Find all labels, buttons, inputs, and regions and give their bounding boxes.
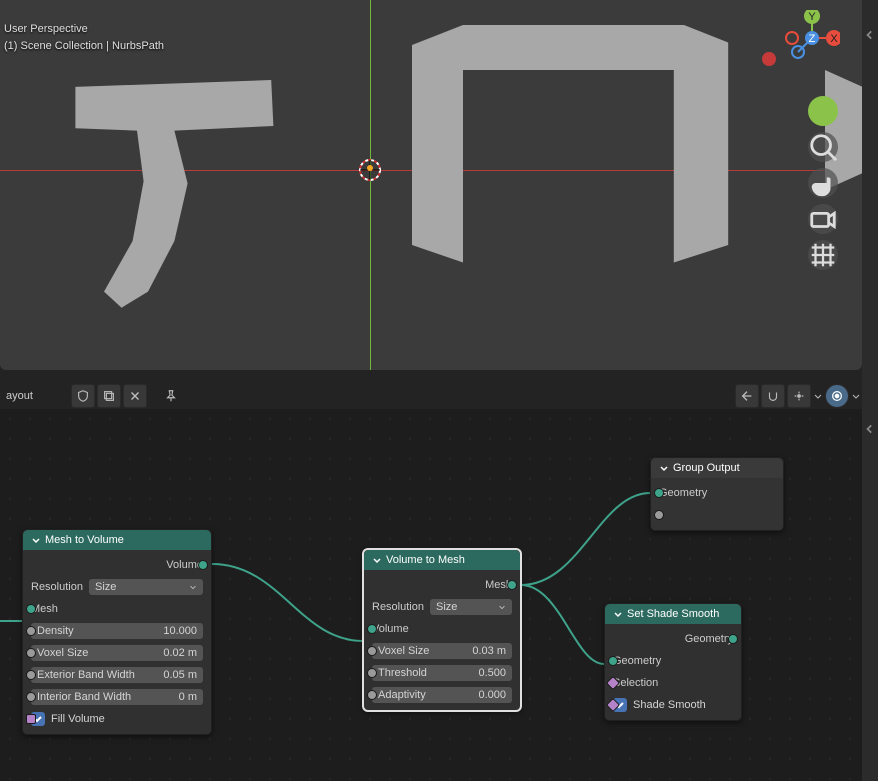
interior-band-field[interactable]: Interior Band Width0 m bbox=[31, 689, 203, 705]
right-strip bbox=[862, 0, 878, 781]
socket-icon[interactable] bbox=[26, 626, 36, 636]
socket-icon[interactable] bbox=[507, 580, 517, 590]
shade-smooth-checkbox[interactable]: Shade Smooth bbox=[613, 698, 706, 712]
node-header[interactable]: Volume to Mesh bbox=[364, 550, 520, 570]
grid-icon[interactable] bbox=[808, 240, 838, 270]
shield-icon[interactable] bbox=[71, 384, 95, 408]
resolution-label: Resolution bbox=[31, 581, 83, 593]
context-label: (1) Scene Collection | NurbsPath bbox=[4, 38, 164, 55]
node-set-shade-smooth[interactable]: Set Shade Smooth Geometry Geometry Selec… bbox=[604, 603, 742, 721]
node-editor-header: ayout bbox=[0, 383, 862, 409]
mesh-object-arch[interactable] bbox=[395, 20, 735, 270]
socket-icon[interactable] bbox=[26, 648, 36, 658]
socket-icon[interactable] bbox=[26, 714, 36, 724]
socket-icon[interactable] bbox=[654, 510, 664, 520]
gizmo-extra-icon[interactable] bbox=[808, 96, 838, 126]
pivot-icon[interactable] bbox=[787, 384, 811, 408]
exterior-band-field[interactable]: Exterior Band Width0.05 m bbox=[31, 667, 203, 683]
socket-in-geometry: Geometry bbox=[659, 487, 707, 499]
node-title: Set Shade Smooth bbox=[627, 608, 719, 620]
close-icon[interactable] bbox=[123, 384, 147, 408]
node-mesh-to-volume[interactable]: Mesh to Volume Volume ResolutionSize Mes… bbox=[22, 529, 212, 735]
socket-icon[interactable] bbox=[608, 656, 618, 666]
socket-icon[interactable] bbox=[367, 668, 377, 678]
pin-icon[interactable] bbox=[159, 384, 183, 408]
chevron-down-icon[interactable] bbox=[851, 384, 861, 408]
socket-icon[interactable] bbox=[367, 646, 377, 656]
resolution-select[interactable]: Size bbox=[89, 579, 203, 595]
socket-icon[interactable] bbox=[26, 670, 36, 680]
socket-in-geometry: Geometry bbox=[613, 655, 661, 667]
socket-icon[interactable] bbox=[654, 488, 664, 498]
socket-icon[interactable] bbox=[26, 604, 36, 614]
record-dot-icon bbox=[762, 52, 776, 66]
node-group-output[interactable]: Group Output Geometry bbox=[650, 457, 784, 531]
zoom-icon[interactable] bbox=[808, 132, 838, 162]
svg-text:Z: Z bbox=[809, 33, 816, 45]
chevron-down-icon[interactable] bbox=[813, 384, 823, 408]
collapse-arrow-icon[interactable] bbox=[864, 420, 876, 438]
overlay-toggle-icon[interactable] bbox=[825, 384, 849, 408]
socket-icon[interactable] bbox=[367, 690, 377, 700]
fill-volume-checkbox[interactable]: Fill Volume bbox=[31, 712, 105, 726]
threshold-field[interactable]: Threshold0.500 bbox=[372, 665, 512, 681]
svg-text:X: X bbox=[830, 33, 838, 45]
node-volume-to-mesh[interactable]: Volume to Mesh Mesh ResolutionSize Volum… bbox=[363, 549, 521, 711]
node-header[interactable]: Group Output bbox=[651, 458, 783, 478]
resolution-label: Resolution bbox=[372, 601, 424, 613]
mesh-object-t[interactable] bbox=[60, 80, 280, 310]
parent-icon[interactable] bbox=[735, 384, 759, 408]
socket-icon[interactable] bbox=[26, 692, 36, 702]
node-header[interactable]: Set Shade Smooth bbox=[605, 604, 741, 624]
voxel-size-field[interactable]: Voxel Size0.02 m bbox=[31, 645, 203, 661]
copy-icon[interactable] bbox=[97, 384, 121, 408]
collapse-arrow-icon[interactable] bbox=[864, 26, 876, 44]
socket-in-volume: Volume bbox=[372, 623, 409, 635]
node-header[interactable]: Mesh to Volume bbox=[23, 530, 211, 550]
node-title: Group Output bbox=[673, 462, 740, 474]
pan-icon[interactable] bbox=[808, 168, 838, 198]
socket-out-geometry: Geometry bbox=[685, 633, 733, 645]
adaptivity-field[interactable]: Adaptivity0.000 bbox=[372, 687, 512, 703]
axis-y-line bbox=[370, 0, 371, 370]
socket-icon[interactable] bbox=[367, 624, 377, 634]
node-title: Mesh to Volume bbox=[45, 534, 124, 546]
svg-text:Y: Y bbox=[808, 11, 816, 23]
voxel-size-field[interactable]: Voxel Size0.03 m bbox=[372, 643, 512, 659]
perspective-label: User Perspective bbox=[4, 21, 164, 38]
cursor-3d-icon bbox=[358, 158, 382, 182]
socket-icon[interactable] bbox=[728, 634, 738, 644]
camera-icon[interactable] bbox=[808, 204, 838, 234]
viewport-tool-column bbox=[808, 96, 838, 270]
socket-in-selection: Selection bbox=[613, 677, 658, 689]
node-editor-canvas[interactable]: Mesh to Volume Volume ResolutionSize Mes… bbox=[0, 409, 862, 781]
socket-icon[interactable] bbox=[198, 560, 208, 570]
node-title: Volume to Mesh bbox=[386, 554, 465, 566]
viewport-overlay-text: User Perspective (1) Scene Collection | … bbox=[4, 21, 164, 54]
viewport-3d[interactable]: User Perspective (1) Scene Collection | … bbox=[0, 0, 862, 370]
density-field[interactable]: Density10.000 bbox=[31, 623, 203, 639]
resolution-select[interactable]: Size bbox=[430, 599, 512, 615]
snap-icon[interactable] bbox=[761, 384, 785, 408]
nav-gizmo[interactable]: Y X Z bbox=[784, 10, 840, 66]
layout-label: ayout bbox=[0, 386, 70, 406]
